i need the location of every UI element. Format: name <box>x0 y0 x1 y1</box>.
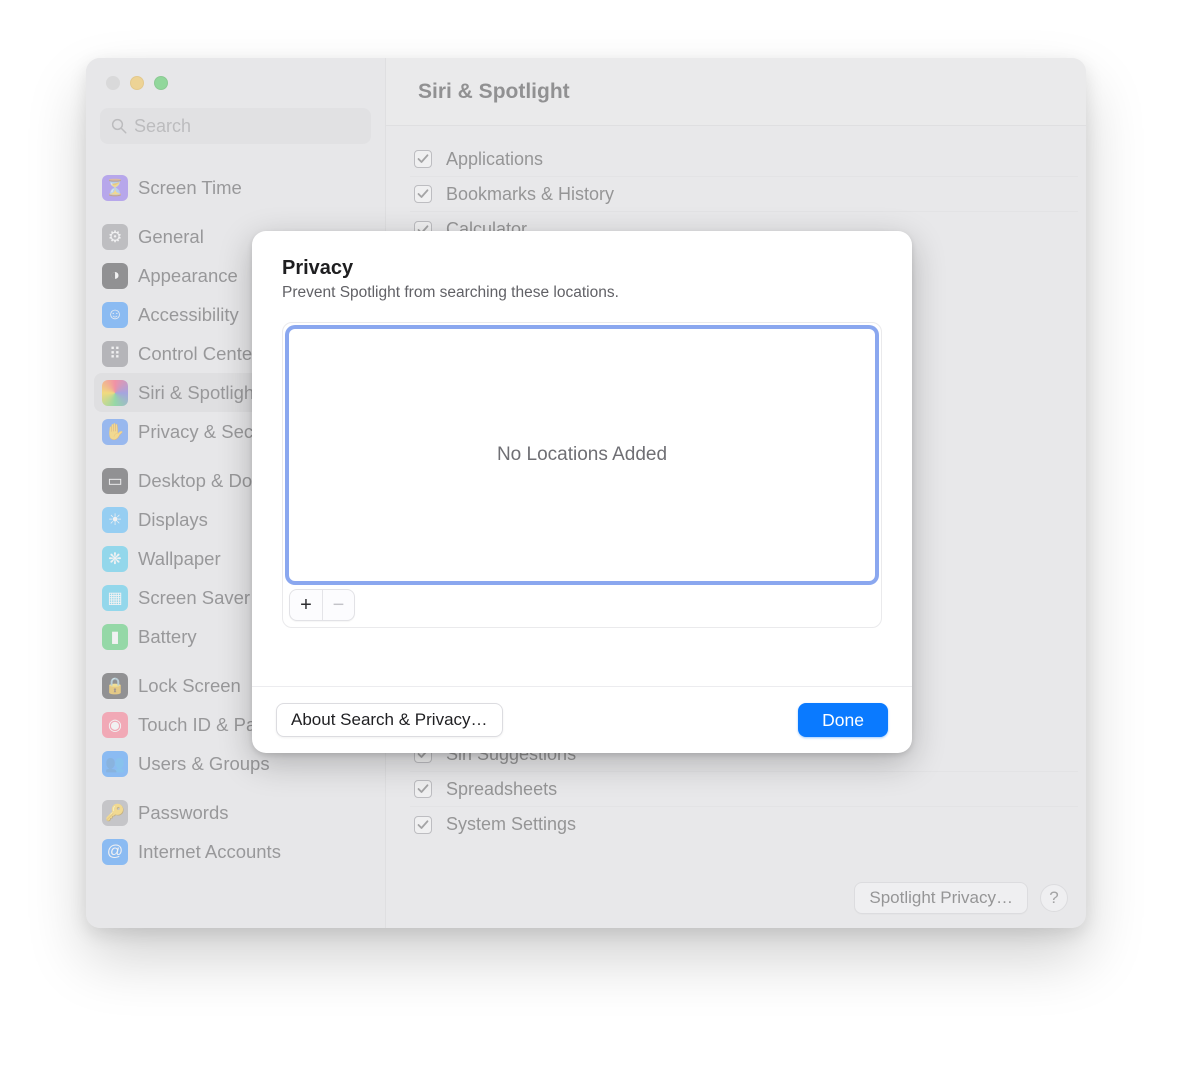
result-row-bookmarks-history: Bookmarks & History <box>410 177 1078 212</box>
passwords-icon: 🔑 <box>102 800 128 826</box>
locations-container: No Locations Added + − <box>282 322 882 628</box>
locations-listbox[interactable]: No Locations Added <box>289 329 875 581</box>
screen-time-icon: ⏳ <box>102 175 128 201</box>
sidebar-item-internet-accounts[interactable]: @ Internet Accounts <box>94 832 377 871</box>
battery-icon: ▮ <box>102 624 128 650</box>
search-icon <box>110 117 128 135</box>
touch-id-password-icon: ◉ <box>102 712 128 738</box>
accessibility-icon: ☺ <box>102 302 128 328</box>
privacy-security-icon: ✋ <box>102 419 128 445</box>
sidebar-item-label: Battery <box>138 626 197 648</box>
sidebar-item-label: Screen Saver <box>138 587 250 609</box>
close-window-button[interactable] <box>106 76 120 90</box>
modal-subtitle: Prevent Spotlight from searching these l… <box>282 284 882 302</box>
internet-accounts-icon: @ <box>102 839 128 865</box>
result-label: System Settings <box>446 814 576 835</box>
sidebar-item-label: Lock Screen <box>138 675 241 697</box>
sidebar-item-label: Desktop & Dock <box>138 470 271 492</box>
wallpaper-icon: ❋ <box>102 546 128 572</box>
result-row-applications: Applications <box>410 142 1078 177</box>
displays-icon: ☀ <box>102 507 128 533</box>
add-location-button[interactable]: + <box>290 590 322 620</box>
sidebar-item-label: Screen Time <box>138 177 242 199</box>
sidebar-item-label: Control Center <box>138 343 258 365</box>
modal-title: Privacy <box>282 257 882 280</box>
siri-spotlight-icon <box>102 380 128 406</box>
screen-saver-icon: ▦ <box>102 585 128 611</box>
sidebar-item-label: Passwords <box>138 802 228 824</box>
window-controls <box>86 58 385 102</box>
appearance-icon: ◑ <box>102 263 128 289</box>
sidebar-item-label: Siri & Spotlight <box>138 382 259 404</box>
checkbox[interactable] <box>414 185 432 203</box>
sidebar-item-passwords[interactable]: 🔑 Passwords <box>94 793 377 832</box>
page-title: Siri & Spotlight <box>418 80 570 104</box>
sidebar-item-label: Appearance <box>138 265 238 287</box>
sidebar-item-label: Users & Groups <box>138 753 270 775</box>
remove-location-button[interactable]: − <box>322 590 354 620</box>
checkbox[interactable] <box>414 816 432 834</box>
minimize-window-button[interactable] <box>130 76 144 90</box>
sidebar-item-label: General <box>138 226 204 248</box>
search-input[interactable] <box>100 108 371 144</box>
control-center-icon: ⠿ <box>102 341 128 367</box>
sidebar-item-label: Internet Accounts <box>138 841 281 863</box>
help-button[interactable]: ? <box>1040 884 1068 912</box>
result-label: Bookmarks & History <box>446 184 614 205</box>
sidebar-item-label: Displays <box>138 509 208 531</box>
lock-screen-icon: 🔒 <box>102 673 128 699</box>
empty-state-text: No Locations Added <box>497 444 667 466</box>
result-label: Applications <box>446 149 543 170</box>
zoom-window-button[interactable] <box>154 76 168 90</box>
checkbox[interactable] <box>414 780 432 798</box>
sidebar-item-label: Wallpaper <box>138 548 221 570</box>
spotlight-privacy-button[interactable]: Spotlight Privacy… <box>854 882 1028 914</box>
titlebar: Siri & Spotlight <box>386 58 1086 126</box>
about-search-privacy-button[interactable]: About Search & Privacy… <box>276 703 503 737</box>
add-remove-group: + − <box>289 589 355 621</box>
sidebar-item-screen-time[interactable]: ⏳ Screen Time <box>94 168 377 207</box>
sidebar-item-label: Accessibility <box>138 304 239 326</box>
general-icon: ⚙ <box>102 224 128 250</box>
checkbox[interactable] <box>414 150 432 168</box>
users-groups-icon: 👥 <box>102 751 128 777</box>
desktop-dock-icon: ▭ <box>102 468 128 494</box>
privacy-modal: Privacy Prevent Spotlight from searching… <box>252 231 912 753</box>
result-row-system-settings: System Settings <box>410 807 1078 842</box>
done-button[interactable]: Done <box>798 703 888 737</box>
result-row-spreadsheets: Spreadsheets <box>410 772 1078 807</box>
result-label: Spreadsheets <box>446 779 557 800</box>
